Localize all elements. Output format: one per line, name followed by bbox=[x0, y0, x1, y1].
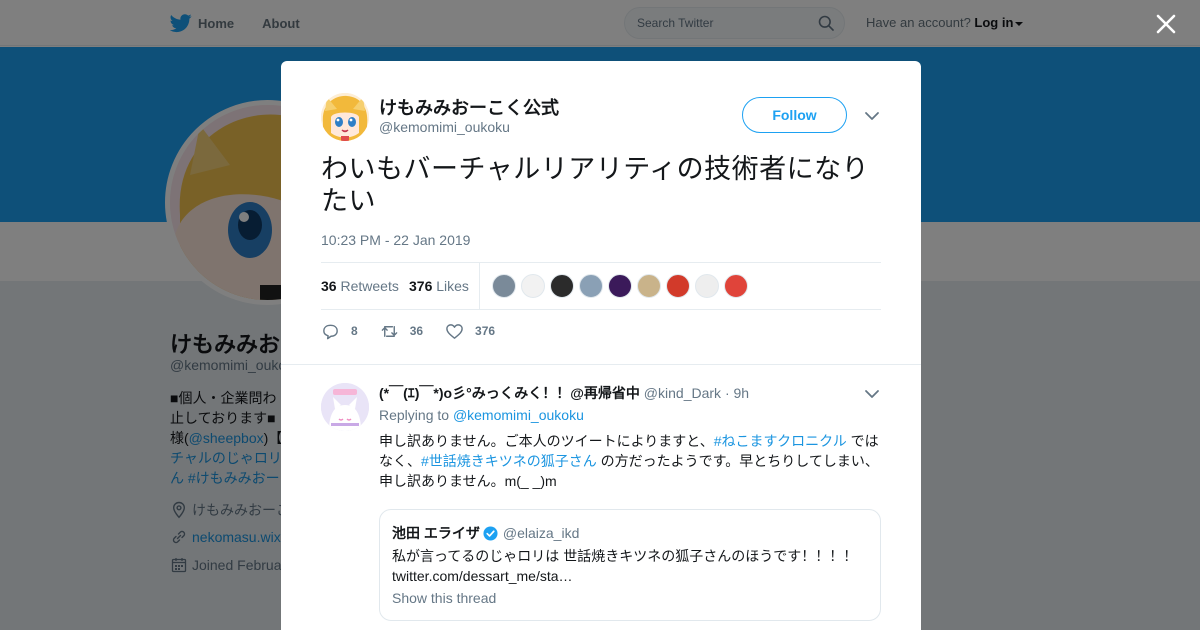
follow-button[interactable]: Follow bbox=[742, 97, 847, 133]
heart-icon bbox=[446, 323, 463, 339]
show-thread-link[interactable]: Show this thread bbox=[392, 590, 496, 606]
retweets-count: 36 bbox=[321, 278, 337, 294]
chevron-down-icon[interactable] bbox=[864, 108, 880, 124]
like-action[interactable]: 376 bbox=[445, 322, 495, 341]
reply-count: 8 bbox=[351, 324, 358, 338]
like-action-count: 376 bbox=[475, 324, 496, 338]
liker-avatar[interactable] bbox=[695, 274, 719, 298]
likes-label: Likes bbox=[436, 278, 469, 294]
verified-badge-icon bbox=[483, 525, 498, 541]
close-icon[interactable] bbox=[1154, 12, 1178, 36]
author-avatar-illustration bbox=[321, 93, 369, 141]
stats-divider bbox=[479, 263, 480, 310]
liker-avatar[interactable] bbox=[724, 274, 748, 298]
retweet-action[interactable]: 36 bbox=[380, 322, 423, 341]
quote-author-handle: @elaiza_ikd bbox=[502, 525, 580, 541]
tweet-timestamp[interactable]: 10:23 PM - 22 Jan 2019 bbox=[321, 232, 470, 248]
reply-avatar[interactable] bbox=[321, 383, 369, 431]
chevron-down-icon[interactable] bbox=[864, 386, 880, 402]
liker-avatar[interactable] bbox=[550, 274, 574, 298]
retweet-icon bbox=[381, 325, 398, 337]
retweet-action-count: 36 bbox=[409, 324, 424, 338]
tweet-modal: けもみみおーこく公式 @kemomimi_oukoku Follow わいもバー… bbox=[281, 61, 921, 630]
likes-stat[interactable]: 376 Likes bbox=[409, 278, 469, 294]
reply-tweet[interactable]: (*￣(ｴ)￣*)o彡°みっくみく！！@再帰省中 @kind_Dark · 9h… bbox=[281, 364, 921, 630]
reply-avatar-illustration bbox=[321, 383, 369, 431]
hashtag-link-1[interactable]: #ねこますクロニクル bbox=[714, 433, 847, 449]
liker-avatar[interactable] bbox=[492, 274, 516, 298]
replying-prefix: Replying to bbox=[379, 407, 450, 423]
reply-author-name[interactable]: (*￣(ｴ)￣*)o彡°みっくみく！！@再帰省中 bbox=[379, 385, 640, 401]
likes-count: 376 bbox=[409, 278, 433, 294]
quoted-tweet[interactable]: 池田 エライザ @elaiza_ikd 私が言ってるのじゃロリは 世話焼きキツネ… bbox=[379, 509, 881, 621]
reply-text-1: 申し訳ありません。ご本人のツイートによりますと、 bbox=[379, 433, 714, 449]
tweet-stats: 36 Retweets 376 Likes bbox=[321, 262, 881, 310]
reply-author-handle[interactable]: @kind_Dark bbox=[644, 385, 721, 401]
replying-to: Replying to @kemomimi_oukoku bbox=[379, 407, 584, 423]
quote-header: 池田 エライザ @elaiza_ikd bbox=[392, 523, 579, 543]
reply-header: (*￣(ｴ)￣*)o彡°みっくみく！！@再帰省中 @kind_Dark · 9h bbox=[379, 383, 749, 403]
liker-avatar[interactable] bbox=[521, 274, 545, 298]
liker-avatar[interactable] bbox=[579, 274, 603, 298]
reply-text: 申し訳ありません。ご本人のツイートによりますと、#ねこますクロニクル ではなく、… bbox=[379, 431, 883, 491]
author-handle[interactable]: @kemomimi_oukoku bbox=[379, 119, 510, 135]
tweet-actions: 8 36 376 bbox=[321, 319, 517, 343]
retweets-label: Retweets bbox=[340, 278, 399, 294]
liker-avatar[interactable] bbox=[608, 274, 632, 298]
quote-text: 私が言ってるのじゃロリは 世話焼きキツネの狐子さんのほうです！！！！ twitt… bbox=[392, 548, 858, 584]
replying-to-mention[interactable]: @kemomimi_oukoku bbox=[453, 407, 584, 423]
tweet-text: わいもバーチャルリアリティの技術者になりたい bbox=[321, 154, 870, 216]
retweets-stat[interactable]: 36 Retweets bbox=[321, 278, 399, 294]
author-avatar[interactable] bbox=[321, 93, 369, 141]
reply-icon bbox=[323, 324, 338, 339]
liker-avatar[interactable] bbox=[637, 274, 661, 298]
author-name[interactable]: けもみみおーこく公式 bbox=[379, 94, 559, 120]
liker-avatars bbox=[492, 274, 753, 298]
reply-action[interactable]: 8 bbox=[321, 322, 358, 341]
quote-author-name: 池田 エライザ bbox=[392, 525, 480, 541]
hashtag-link-2[interactable]: #世話焼きキツネの狐子さん bbox=[421, 453, 597, 469]
liker-avatar[interactable] bbox=[666, 274, 690, 298]
reply-time[interactable]: · 9h bbox=[725, 385, 749, 401]
